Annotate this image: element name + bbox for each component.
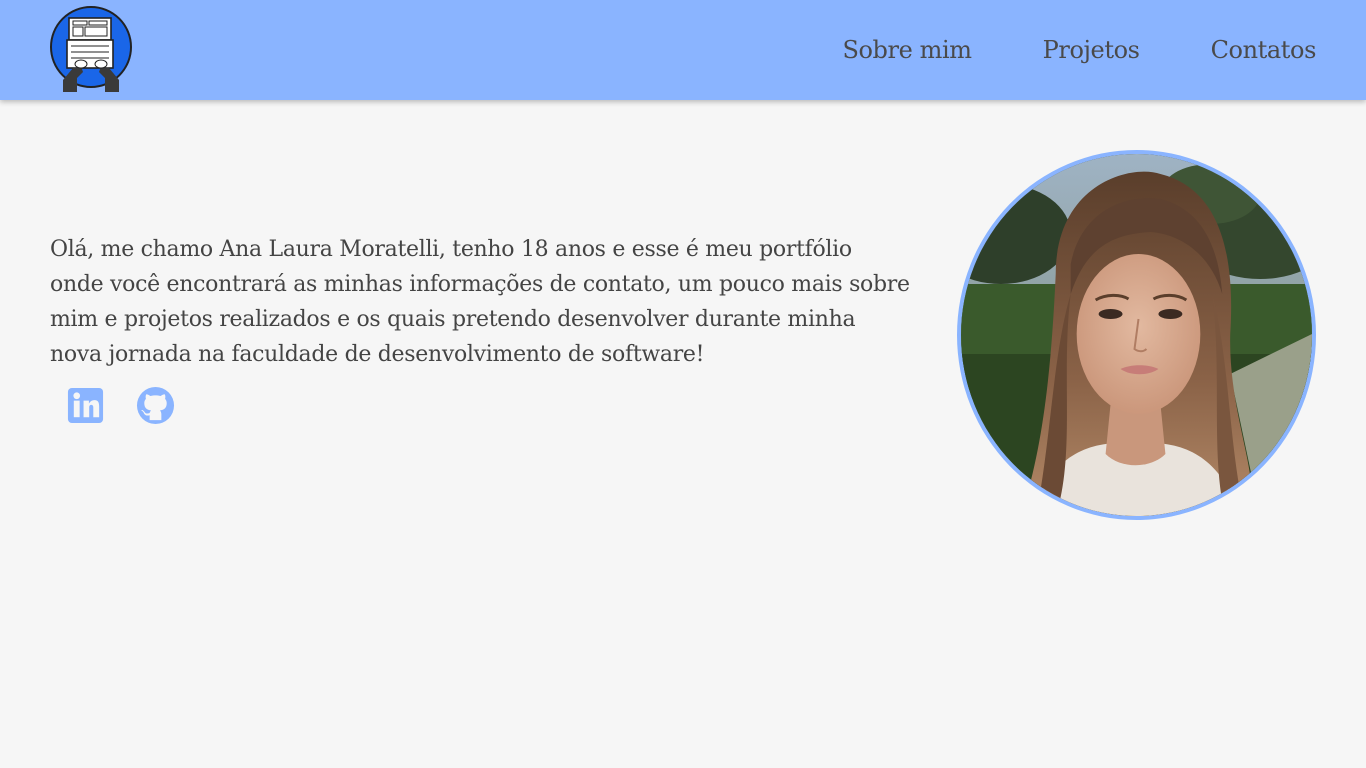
profile-photo — [957, 150, 1316, 520]
github-icon — [136, 386, 175, 425]
github-link[interactable] — [136, 386, 175, 425]
nav-contatos[interactable]: Contatos — [1211, 36, 1317, 64]
typing-laptop-logo-icon — [50, 6, 132, 92]
social-links — [66, 386, 175, 425]
linkedin-link[interactable] — [66, 386, 105, 425]
nav-projetos[interactable]: Projetos — [1043, 36, 1140, 64]
intro-text: Olá, me chamo Ana Laura Moratelli, tenho… — [50, 237, 910, 367]
nav-sobre-mim[interactable]: Sobre mim — [842, 36, 972, 64]
linkedin-icon — [67, 387, 104, 424]
main-nav: Sobre mim Projetos Contatos — [842, 0, 1316, 100]
site-header: Sobre mim Projetos Contatos — [0, 0, 1366, 100]
logo-link[interactable] — [49, 4, 135, 92]
profile-photo-image — [961, 154, 1312, 516]
